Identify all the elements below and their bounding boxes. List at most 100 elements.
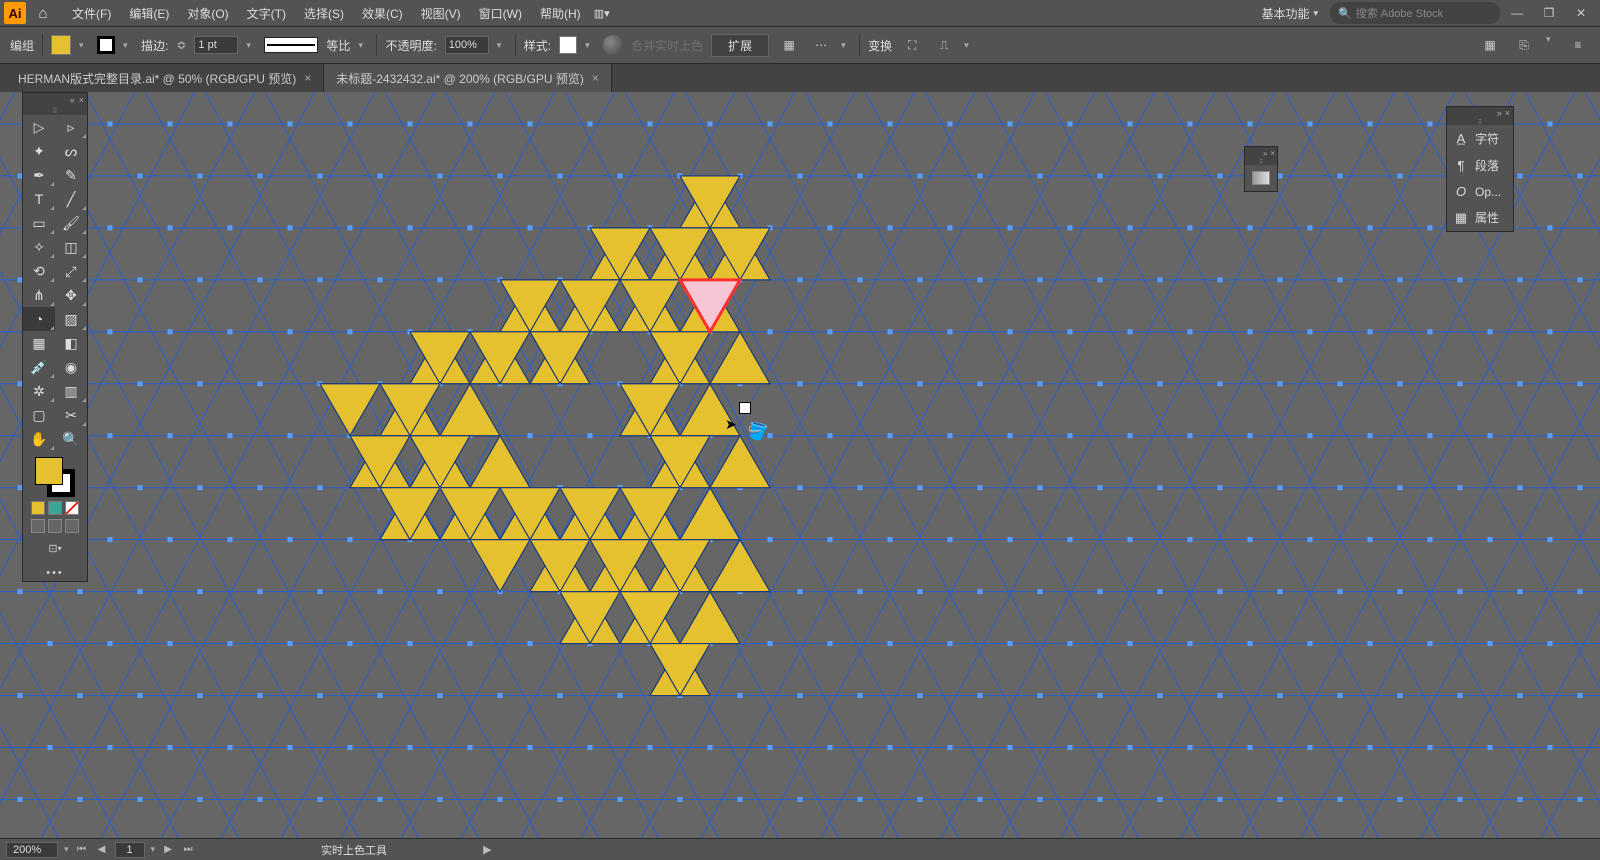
slice-tool[interactable]: ✂ [55,403,87,427]
align-dropdown-icon[interactable]: ▾ [841,40,851,51]
lasso-tool[interactable]: ᔕ [55,139,87,163]
close-tab-icon[interactable]: × [304,71,311,85]
fill-dropdown-icon[interactable]: ▾ [79,40,89,51]
collapse-icon[interactable]: » [1497,108,1502,118]
panel-menu-icon[interactable]: ≡ [1566,34,1590,56]
opentype-panel-tab[interactable]: OOp... [1447,179,1513,204]
menu-help[interactable]: 帮助(H) [532,1,589,26]
status-menu-icon[interactable]: ▶ [483,843,491,856]
fill-indicator[interactable] [35,457,63,485]
scale-tool[interactable]: ⤢ [55,259,87,283]
collapse-icon[interactable]: « [70,95,75,105]
shape-builder-tool[interactable]: ◔ [23,307,55,331]
zoom-tool[interactable]: 🔍 [55,427,87,451]
rectangle-tool[interactable]: ▭ [23,211,55,235]
type-tool[interactable]: T [23,187,55,211]
stroke-link-icon[interactable]: ≎ [176,38,186,52]
snap-dropdown-icon[interactable]: ▾ [1546,34,1556,56]
close-panel-icon[interactable]: × [79,95,84,105]
stroke-profile-dropdown-icon[interactable]: ▾ [358,40,368,51]
canvas-area[interactable]: ➤ 🪣 «× ⠿ ▷ ▹ ✦ ᔕ ✒ ✎ T ╱ ▭ 🖌 ✧ ◫ ⟲ ⤢ ⋔ ✥… [0,92,1600,838]
zoom-level-input[interactable]: 200% [6,842,58,858]
recolor-icon[interactable] [603,35,623,55]
stroke-dropdown-icon[interactable]: ▾ [123,40,133,51]
next-artboard-icon[interactable]: ▶ [161,844,175,855]
hand-tool[interactable]: ✋ [23,427,55,451]
width-tool[interactable]: ⋔ [23,283,55,307]
fill-stroke-indicator[interactable] [35,457,75,497]
stroke-swatch[interactable] [97,36,115,54]
window-close-icon[interactable]: ✕ [1566,6,1596,20]
last-artboard-icon[interactable]: ⏭ [181,844,195,855]
screen-mode-icon[interactable]: ⊡▾ [39,537,71,559]
free-transform-tool[interactable]: ✥ [55,283,87,307]
grid-icon[interactable]: ▦ [1478,34,1502,56]
rotate-tool[interactable]: ⟲ [23,259,55,283]
menu-type[interactable]: 文字(T) [239,1,294,26]
stroke-weight-dropdown-icon[interactable]: ▾ [246,40,256,51]
window-minimize-icon[interactable]: — [1502,6,1532,20]
shape-mode-icon[interactable]: ⎍ [932,34,956,56]
gradient-mode-icon[interactable] [48,501,62,515]
close-tab-icon[interactable]: × [592,71,599,85]
blend-tool[interactable]: ◉ [55,355,87,379]
character-panel-tab[interactable]: A̲字符 [1447,125,1513,152]
menu-edit[interactable]: 编辑(E) [121,1,177,26]
pen-tool[interactable]: ✒ [23,163,55,187]
eraser-tool[interactable]: ◫ [55,235,87,259]
home-icon[interactable]: ⌂ [32,5,54,22]
close-panel-icon[interactable]: × [1505,108,1510,118]
draw-behind-icon[interactable] [48,519,62,533]
edit-toolbar-icon[interactable]: ••• [23,565,87,581]
snap-icon[interactable]: ⎘ [1512,34,1536,56]
align-icon[interactable]: ⋯ [809,34,833,56]
magic-wand-tool[interactable]: ✦ [23,139,55,163]
zoom-dropdown-icon[interactable]: ▾ [64,844,69,855]
artboard-tool[interactable]: ▢ [23,403,55,427]
document-tab-1[interactable]: HERMAN版式完整目录.ai* @ 50% (RGB/GPU 预览) × [6,64,324,92]
tools-panel-titlebar[interactable]: «× [23,93,87,107]
document-tab-2[interactable]: 未标题-2432432.ai* @ 200% (RGB/GPU 预览) × [324,64,612,92]
attributes-panel-tab[interactable]: ▦属性 [1447,204,1513,231]
selection-tool[interactable]: ▷ [23,115,55,139]
close-panel-icon[interactable]: × [1270,149,1275,158]
menu-select[interactable]: 选择(S) [296,1,352,26]
color-mode-icon[interactable] [31,501,45,515]
expand-button[interactable]: 扩展 [711,34,769,57]
paragraph-panel-tab[interactable]: ¶段落 [1447,152,1513,179]
stroke-weight-input[interactable] [194,36,238,54]
artboard-dropdown-icon[interactable]: ▾ [151,844,156,855]
menu-object[interactable]: 对象(O) [179,1,236,26]
style-dropdown-icon[interactable]: ▾ [585,40,595,51]
shape-dropdown-icon[interactable]: ▾ [964,40,974,51]
collapse-icon[interactable]: » [1263,149,1267,158]
direct-selection-tool[interactable]: ▹ [55,115,87,139]
eyedropper-tool[interactable]: 💉 [23,355,55,379]
window-restore-icon[interactable]: ❐ [1534,6,1564,20]
artboard-number-input[interactable]: 1 [115,842,145,858]
menu-effect[interactable]: 效果(C) [354,1,411,26]
isolate-icon[interactable]: ▦ [777,34,801,56]
none-mode-icon[interactable] [65,501,79,515]
menu-window[interactable]: 窗口(W) [471,1,530,26]
draw-inside-icon[interactable] [65,519,79,533]
paintbrush-tool[interactable]: 🖌 [55,211,87,235]
curvature-tool[interactable]: ✎ [55,163,87,187]
panel-toggle-icon[interactable]: ▥▾ [591,7,613,20]
first-artboard-icon[interactable]: ⏮ [75,844,89,855]
perspective-grid-tool[interactable]: ▨ [55,307,87,331]
stroke-profile[interactable] [264,37,318,53]
gradient-swatch-icon[interactable] [1252,171,1270,185]
column-graph-tool[interactable]: ▥ [55,379,87,403]
line-tool[interactable]: ╱ [55,187,87,211]
menu-file[interactable]: 文件(F) [64,1,119,26]
prev-artboard-icon[interactable]: ◀ [95,844,109,855]
graphic-style-swatch[interactable] [559,36,577,54]
menu-view[interactable]: 视图(V) [413,1,469,26]
draw-normal-icon[interactable] [31,519,45,533]
gradient-tool[interactable]: ◧ [55,331,87,355]
mesh-tool[interactable]: ▦ [23,331,55,355]
workspace-switcher[interactable]: 基本功能▾ [1251,2,1328,25]
search-stock-input[interactable]: 🔍 搜索 Adobe Stock [1330,2,1500,24]
opacity-input[interactable] [445,36,489,54]
